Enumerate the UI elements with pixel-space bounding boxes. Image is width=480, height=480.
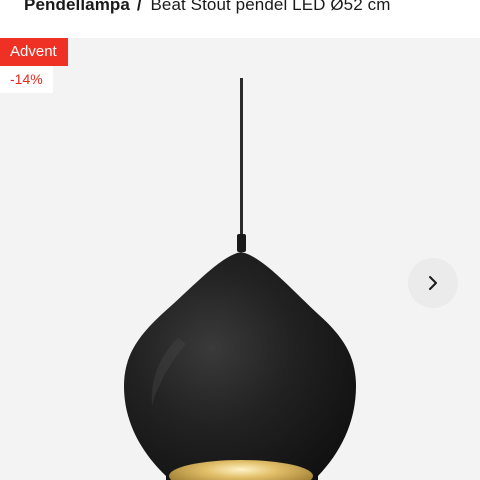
product-image	[124, 78, 356, 480]
discount-badge: -14%	[0, 66, 53, 93]
product-page: Pendellampa / Beat Stout pendel LED Ø52 …	[0, 0, 480, 480]
campaign-badge: Advent	[0, 38, 68, 66]
breadcrumb-category-link[interactable]: Pendellampa	[24, 0, 130, 14]
breadcrumb-separator: /	[136, 0, 142, 14]
chevron-right-icon	[429, 276, 437, 290]
next-image-button[interactable]	[408, 258, 458, 308]
lamp-connector	[237, 234, 246, 252]
lamp-cord	[240, 78, 243, 238]
breadcrumb: Pendellampa / Beat Stout pendel LED Ø52 …	[24, 0, 390, 16]
product-image-gallery[interactable]: Advent -14%	[0, 38, 480, 480]
breadcrumb-product-name: Beat Stout pendel LED Ø52 cm	[150, 0, 391, 14]
